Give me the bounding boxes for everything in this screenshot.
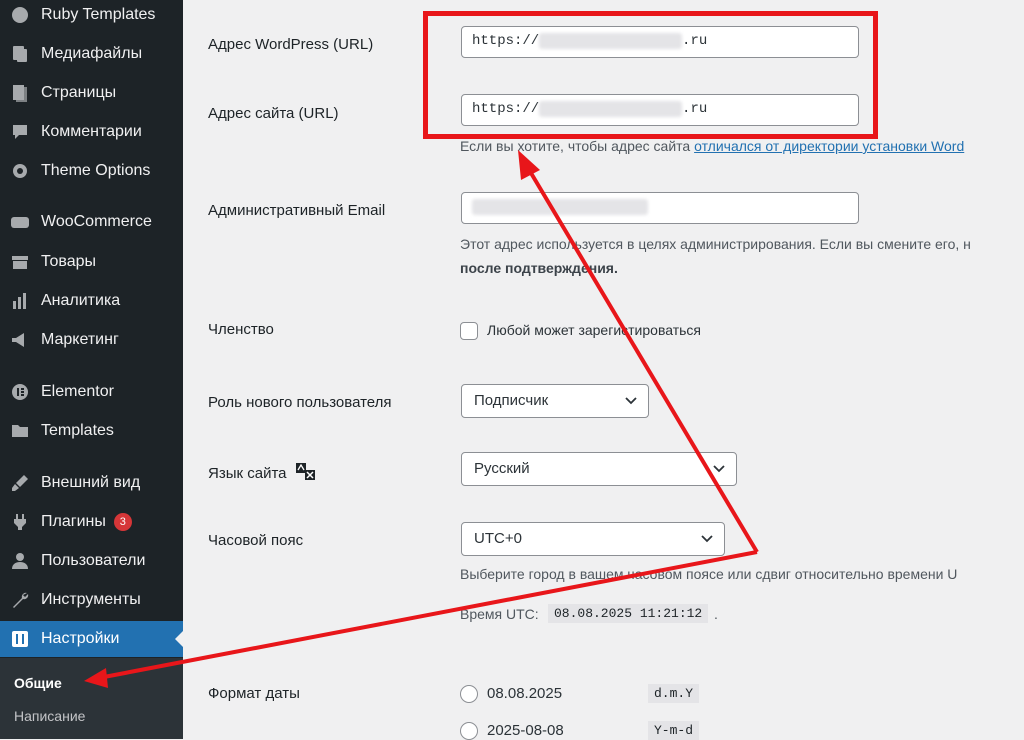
arrow-head-left bbox=[84, 668, 108, 688]
arrow-head-up bbox=[518, 150, 540, 180]
arrow-to-url-fields bbox=[526, 166, 759, 554]
arrow-to-general-settings bbox=[103, 550, 758, 679]
annotation-arrows bbox=[84, 150, 759, 688]
